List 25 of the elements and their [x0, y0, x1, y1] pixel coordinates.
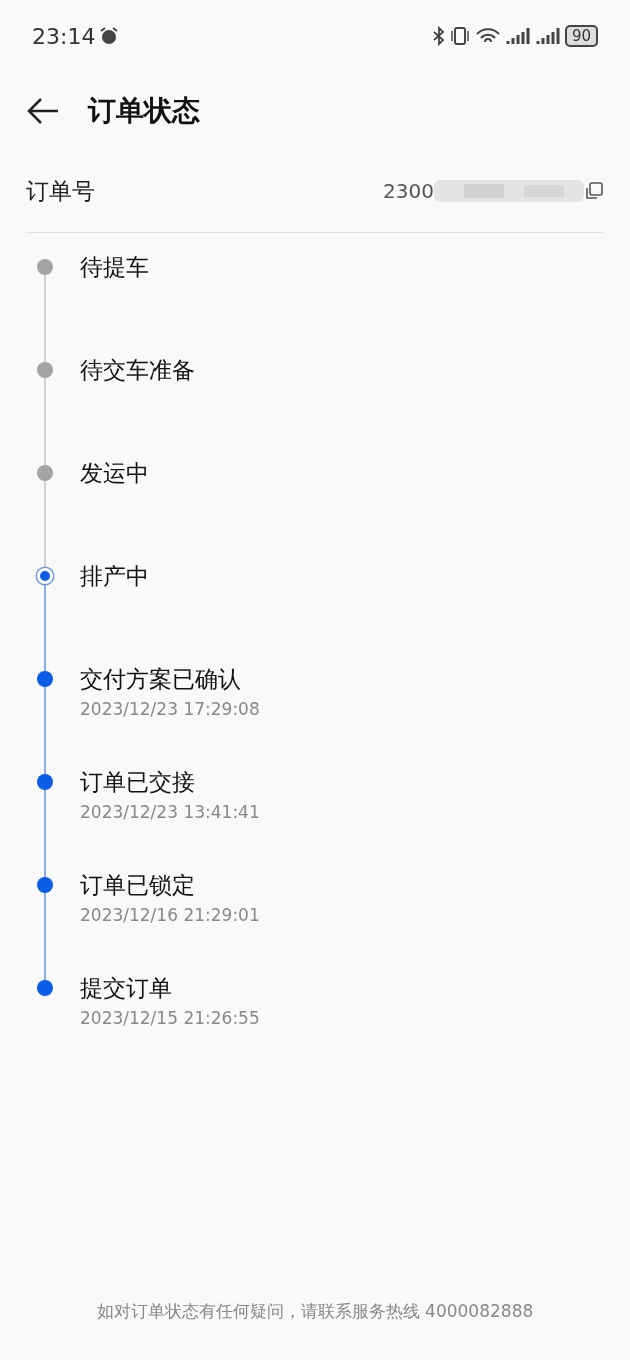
order-number-label: 订单号 — [26, 176, 95, 206]
bluetooth-icon — [432, 26, 445, 46]
back-arrow-icon[interactable] — [26, 96, 60, 126]
step-title: 待交车准备 — [80, 356, 195, 384]
vibrate-icon — [448, 26, 471, 46]
step-title: 提交订单 — [80, 974, 173, 1002]
step-title: 交付方案已确认 — [80, 665, 242, 693]
copy-icon[interactable] — [584, 181, 604, 201]
alarm-icon — [99, 26, 120, 46]
step-time: 2023/12/15 21:26:55 — [80, 1008, 260, 1028]
step-title: 订单已交接 — [80, 768, 196, 796]
battery-level: 90 — [564, 25, 598, 47]
step-time: 2023/12/16 21:29:01 — [80, 905, 260, 925]
step-title: 待提车 — [80, 253, 149, 281]
order-number: 2300 — [383, 179, 434, 203]
signal-icon — [534, 26, 561, 46]
page-title: 订单状态 — [88, 93, 200, 129]
step-time: 2023/12/23 13:41:41 — [80, 802, 260, 822]
step-title: 订单已锁定 — [80, 871, 196, 899]
signal-icon — [504, 26, 531, 46]
step-title: 发运中 — [80, 459, 149, 487]
step-time: 2023/12/23 17:29:08 — [80, 699, 260, 719]
hotline-note: 如对订单状态有任何疑问，请联系服务热线 4000082888 — [96, 1300, 534, 1323]
status-time: 23:14 — [32, 23, 96, 49]
step-title: 排产中 — [80, 562, 149, 590]
